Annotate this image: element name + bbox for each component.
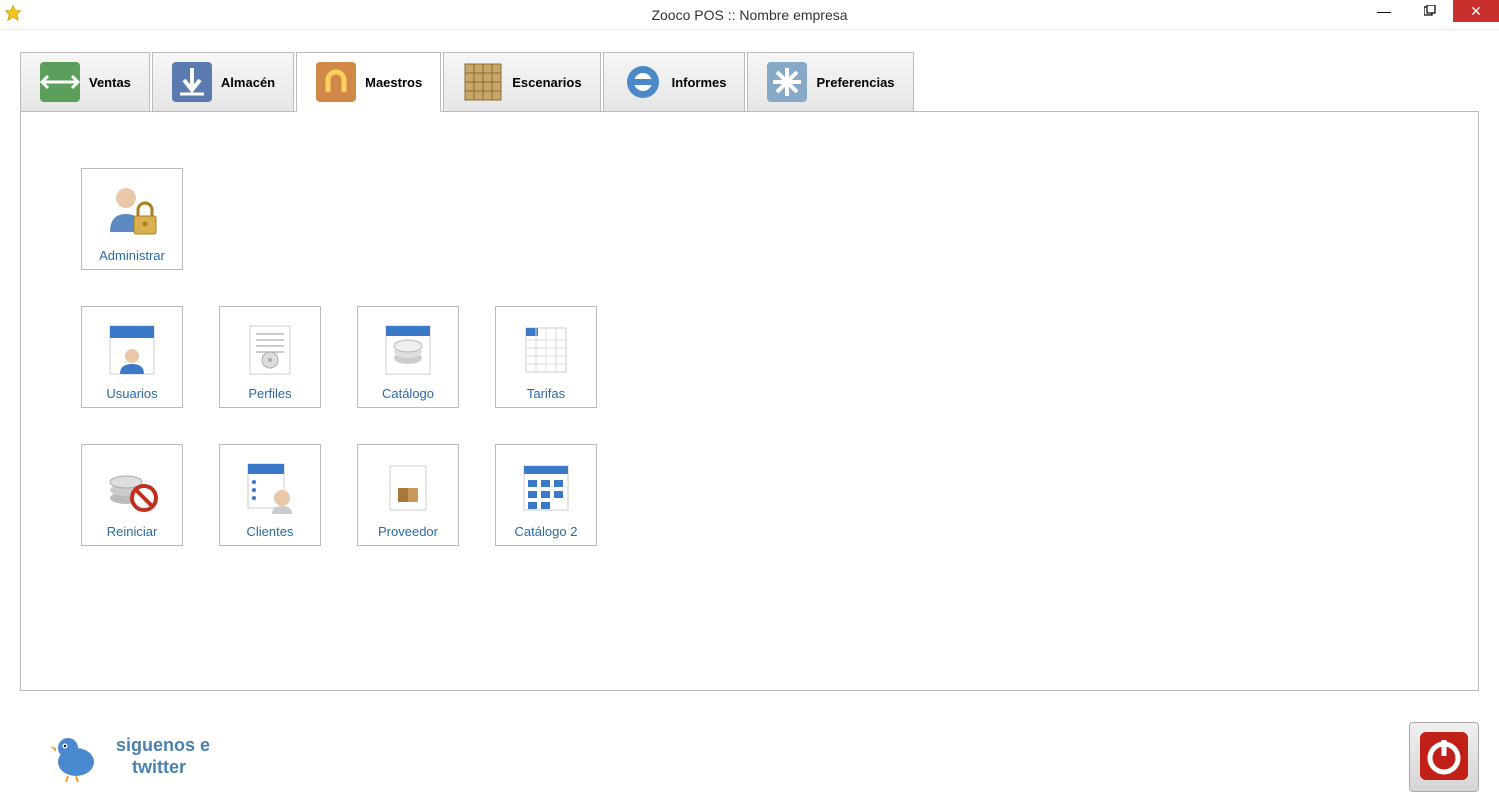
tab-label: Informes <box>672 75 727 90</box>
card-perfiles[interactable]: Perfiles <box>219 306 321 408</box>
download-icon <box>171 61 213 103</box>
tab-label: Preferencias <box>816 75 894 90</box>
clients-icon <box>238 456 302 520</box>
card-row: Usuarios Perfiles Catálogo Tarifas <box>81 306 1478 408</box>
card-administrar[interactable]: Administrar <box>81 168 183 270</box>
window-minimize-button[interactable]: — <box>1361 0 1407 22</box>
card-label: Usuarios <box>106 386 157 401</box>
catalog-icon <box>376 318 440 382</box>
card-label: Proveedor <box>378 524 438 539</box>
card-label: Perfiles <box>248 386 291 401</box>
tab-escenarios[interactable]: Escenarios <box>443 52 600 112</box>
circle-icon <box>622 61 664 103</box>
users-icon <box>100 318 164 382</box>
card-row: Reiniciar Clientes Proveedor Catálogo 2 <box>81 444 1478 546</box>
card-tarifas[interactable]: Tarifas <box>495 306 597 408</box>
star-icon <box>4 4 22 25</box>
card-label: Reiniciar <box>107 524 158 539</box>
card-catalogo2[interactable]: Catálogo 2 <box>495 444 597 546</box>
power-button[interactable] <box>1409 722 1479 792</box>
twitter-text-line2: twitter <box>116 757 210 779</box>
card-usuarios[interactable]: Usuarios <box>81 306 183 408</box>
card-label: Tarifas <box>527 386 565 401</box>
twitter-bird-icon <box>48 728 104 787</box>
tab-informes[interactable]: Informes <box>603 52 746 112</box>
card-label: Clientes <box>247 524 294 539</box>
user-lock-icon <box>100 180 164 244</box>
tab-label: Ventas <box>89 75 131 90</box>
reset-db-icon <box>100 456 164 520</box>
tab-strip: Ventas Almacén Maestros Escenarios Infor… <box>20 46 1499 112</box>
content-panel: Administrar Usuarios Perfiles Catálogo <box>20 111 1479 691</box>
footer: siguenos e twitter <box>48 722 1479 792</box>
tab-label: Maestros <box>365 75 422 90</box>
card-catalogo[interactable]: Catálogo <box>357 306 459 408</box>
window-titlebar: Zooco POS :: Nombre empresa — ✕ <box>0 0 1499 30</box>
twitter-link[interactable]: siguenos e twitter <box>48 728 210 787</box>
tab-preferencias[interactable]: Preferencias <box>747 52 913 112</box>
power-icon <box>1418 730 1470 785</box>
card-proveedor[interactable]: Proveedor <box>357 444 459 546</box>
catalog-grid-icon <box>514 456 578 520</box>
tab-label: Escenarios <box>512 75 581 90</box>
card-clientes[interactable]: Clientes <box>219 444 321 546</box>
tab-label: Almacén <box>221 75 275 90</box>
card-label: Administrar <box>99 248 165 263</box>
card-reiniciar[interactable]: Reiniciar <box>81 444 183 546</box>
tab-ventas[interactable]: Ventas <box>20 52 150 112</box>
card-row: Administrar <box>81 168 1478 270</box>
horseshoe-icon <box>315 61 357 103</box>
profiles-icon <box>238 318 302 382</box>
provider-icon <box>376 456 440 520</box>
card-label: Catálogo <box>382 386 434 401</box>
tab-almacen[interactable]: Almacén <box>152 52 294 112</box>
tab-maestros[interactable]: Maestros <box>296 52 441 112</box>
window-maximize-button[interactable] <box>1407 0 1453 22</box>
asterisk-icon <box>766 61 808 103</box>
grid-icon <box>462 61 504 103</box>
window-title: Zooco POS :: Nombre empresa <box>651 7 847 23</box>
window-close-button[interactable]: ✕ <box>1453 0 1499 22</box>
twitter-text-line1: siguenos e <box>116 735 210 757</box>
card-label: Catálogo 2 <box>515 524 578 539</box>
arrows-icon <box>39 61 81 103</box>
tarifas-icon <box>514 318 578 382</box>
